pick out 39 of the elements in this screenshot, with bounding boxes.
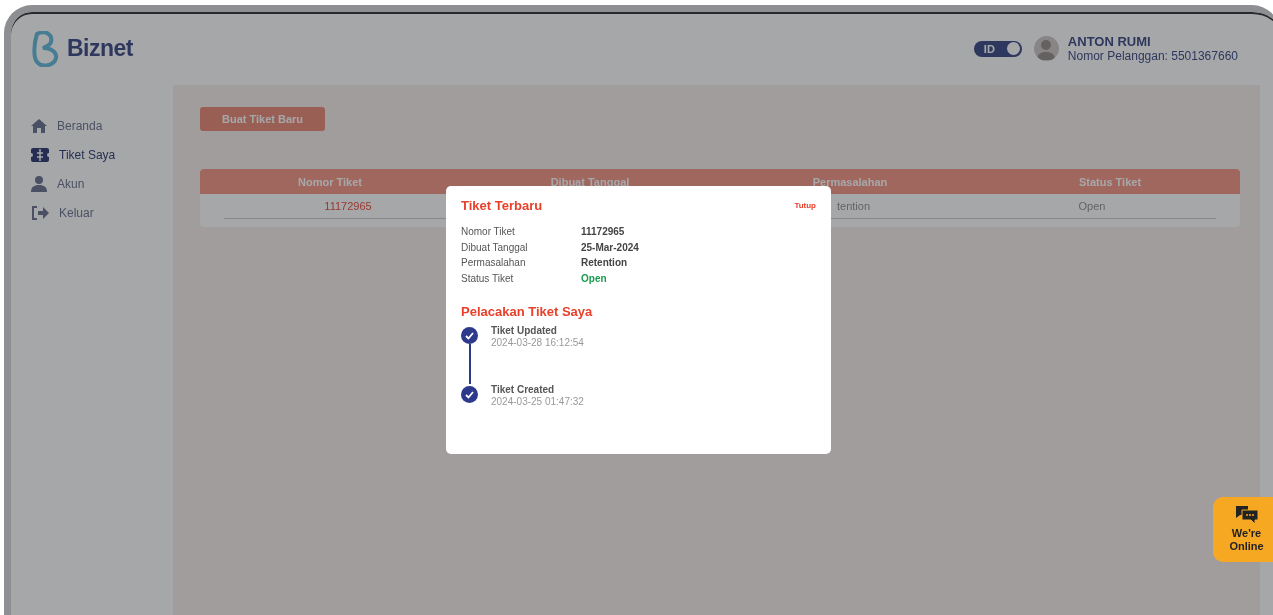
sidebar-item[interactable]: Beranda — [31, 115, 103, 136]
event-title: Tiket Updated — [491, 325, 558, 336]
sidebar-item[interactable]: Tiket Saya — [31, 144, 116, 165]
column-header: Nomor Tiket — [298, 175, 362, 188]
chat-icon — [1235, 506, 1258, 524]
table-cell: 11172965 — [324, 200, 372, 212]
language-toggle[interactable]: ID — [973, 40, 1022, 57]
chat-widget[interactable]: We're Online — [1213, 497, 1273, 562]
event-title: Tiket Created — [491, 384, 556, 395]
detail-value: 25-Mar-2024 — [581, 240, 639, 254]
table-cell: Open — [1078, 200, 1106, 212]
home-icon — [31, 118, 47, 133]
column-header: Status Tiket — [1078, 175, 1142, 188]
event-time: 2024-03-28 16:12:54 — [491, 337, 584, 348]
dialog-title: Tiket Terbaru — [461, 198, 543, 213]
table-cell: tention — [837, 200, 871, 212]
logout-icon — [31, 205, 49, 220]
detail-value: Retention — [581, 256, 629, 270]
logo-text: Biznet — [67, 35, 133, 62]
sidebar-item[interactable]: Akun — [31, 173, 85, 194]
ticket-icon — [31, 147, 49, 162]
avatar — [1033, 36, 1059, 61]
column-header: Permasalahan — [812, 175, 888, 188]
user-icon — [31, 175, 47, 192]
chat-label: We're Online — [1228, 527, 1265, 553]
detail-value: Open — [581, 271, 608, 285]
sidebar-item[interactable]: Keluar — [31, 202, 94, 223]
detail-value: 11172965 — [581, 225, 626, 239]
logo-icon — [31, 30, 61, 67]
detail-label: Dibuat Tanggal — [461, 240, 529, 254]
event-time: 2024-03-25 01:47:32 — [491, 396, 584, 407]
user-name: ANTON RUMI — [1067, 34, 1152, 49]
new-ticket-button[interactable]: Buat Tiket Baru — [200, 107, 326, 131]
detail-label: Nomor Tiket — [461, 225, 516, 239]
customer-id: Nomor Pelanggan: 5501367660 — [1067, 49, 1238, 63]
close-link[interactable]: Tutup — [794, 201, 816, 210]
section-title: Pelacakan Tiket Saya — [461, 304, 594, 319]
detail-label: Status Tiket — [461, 271, 515, 285]
detail-label: Permasalahan — [461, 256, 527, 270]
